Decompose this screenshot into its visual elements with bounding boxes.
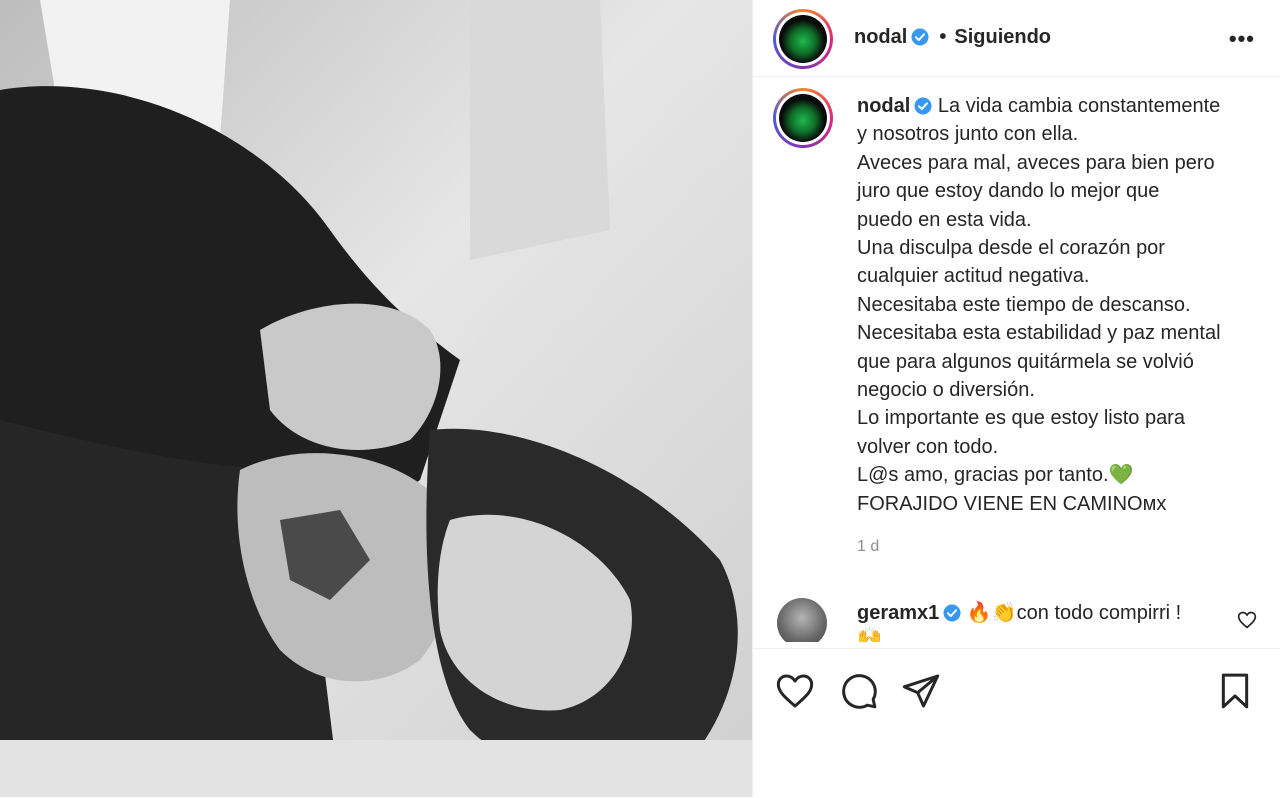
caption-line: Necesitaba esta estabilidad y paz mental: [857, 322, 1221, 345]
author-avatar[interactable]: [773, 9, 833, 69]
caption-line: Aveces para mal, aveces para bien pero: [857, 151, 1215, 174]
caption-line: que para algunos quitármela se volvió: [857, 350, 1194, 373]
more-options-icon[interactable]: •••: [1229, 26, 1255, 52]
caption-line: y nosotros junto con ella.: [857, 123, 1079, 146]
save-button[interactable]: [1215, 671, 1255, 711]
post-photo-illustration: [0, 0, 752, 797]
author-username[interactable]: nodal: [854, 26, 907, 48]
caption-username[interactable]: nodal: [857, 95, 910, 117]
caption-line: Una disculpa desde el corazón por: [857, 237, 1165, 260]
comment-like-heart-icon[interactable]: [1237, 610, 1257, 630]
caption-line: La vida cambia constantemente: [937, 95, 1221, 117]
comment-item: geramx1 🔥👏con todo compirri ! 🙌: [773, 596, 1261, 642]
post-side-panel: nodal • Siguiendo ••• nodal La vida cambia…: [752, 0, 1280, 797]
caption-line: cualquier actitud negativa.: [857, 265, 1090, 288]
caption-author-avatar[interactable]: [773, 88, 833, 148]
post-actions-bar: [753, 648, 1280, 798]
comment-body: geramx1 🔥👏con todo compirri ! 🙌: [857, 600, 1181, 642]
comment-text: 🔥👏con todo compirri !: [966, 602, 1182, 624]
caption-line: juro que estoy dando lo mejor que: [857, 180, 1160, 203]
post-timestamp[interactable]: 1 d: [857, 538, 879, 556]
post-caption: nodal La vida cambia constantemente y no…: [857, 92, 1257, 518]
caption-line: FORAJIDO VIENE EN CAMINOᴍx: [857, 492, 1167, 515]
separator-dot: •: [939, 26, 947, 48]
comment-text-second-line: 🙌: [857, 627, 882, 642]
caption-line: volver con todo.: [857, 435, 999, 458]
comment-icon: [842, 674, 877, 709]
caption-line: L@s amo, gracias por tanto.💚: [857, 464, 1134, 487]
post-photo[interactable]: [0, 0, 752, 797]
comment-button[interactable]: [839, 671, 879, 711]
bookmark-icon: [1221, 673, 1249, 709]
share-button[interactable]: [901, 671, 941, 711]
caption-line: negocio o diversión.: [857, 379, 1035, 402]
caption-line: puedo en esta vida.: [857, 208, 1032, 231]
commenter-avatar[interactable]: [777, 598, 827, 642]
like-button[interactable]: [775, 671, 815, 711]
caption-line: Lo importante es que estoy listo para: [857, 407, 1185, 430]
commenter-username[interactable]: geramx1: [857, 602, 939, 624]
send-icon: [902, 674, 940, 708]
heart-icon: [776, 674, 814, 708]
verified-badge-icon: [943, 604, 961, 622]
author-info: nodal • Siguiendo: [854, 26, 1051, 49]
post-header: nodal • Siguiendo •••: [753, 0, 1280, 77]
verified-badge-icon: [914, 97, 932, 115]
verified-badge-icon: [911, 28, 929, 46]
following-button[interactable]: Siguiendo: [954, 26, 1051, 48]
caption-line: Necesitaba este tiempo de descanso.: [857, 293, 1191, 316]
